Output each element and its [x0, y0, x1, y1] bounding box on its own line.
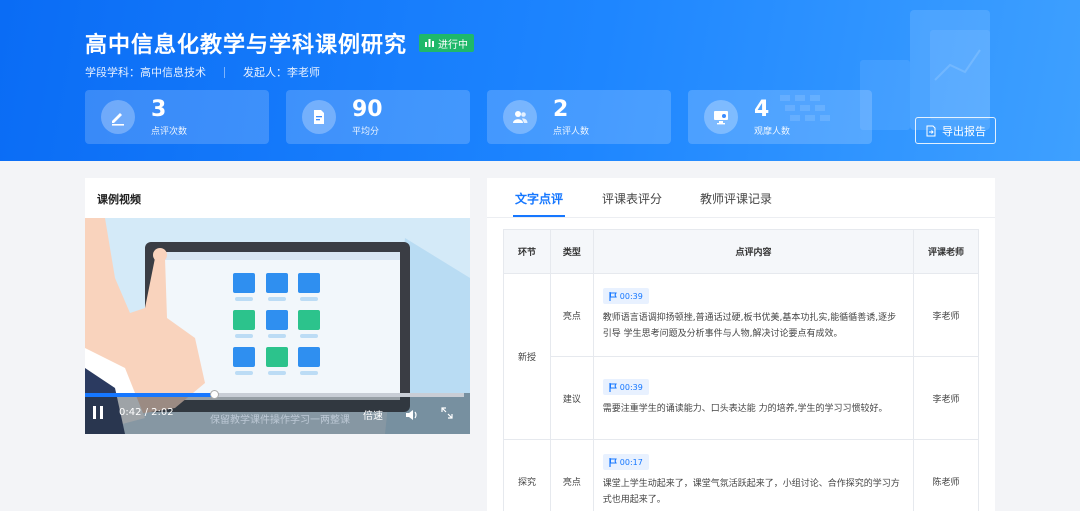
score-doc-icon	[302, 100, 336, 134]
flag-icon	[609, 457, 617, 467]
content-cell: 00:39 教师语言语调抑扬顿挫,普通话过硬,板书优美,基本功扎实,能循循善诱,…	[592, 273, 915, 357]
video-controls: 0:42 / 2:02 保留教学课件操作学习一两整课 倍速	[85, 390, 470, 434]
volume-icon[interactable]	[405, 406, 418, 425]
tab-teacher-records[interactable]: 教师评课记录	[700, 190, 772, 207]
timestamp-tag[interactable]: 00:17	[602, 454, 649, 470]
stage-cell: 探究	[503, 439, 551, 511]
time-display: 0:42 / 2:02	[119, 407, 174, 418]
stat-label: 观摩人数	[754, 126, 791, 137]
table-row: 探究 亮点 00:17 课堂上学生动起来了，课堂气氛活跃起来了，小组讨论、合作探…	[503, 439, 979, 511]
table-row: 建议 00:39 需要注重学生的诵读能力、口头表达能 力的培养,学生的学习习惯较…	[504, 356, 979, 440]
speed-button[interactable]: 倍速	[363, 407, 383, 422]
content-cell: 00:17 课堂上学生动起来了，课堂气氛活跃起来了，小组讨论、合作探究的学习方式…	[592, 439, 915, 511]
column-header: 评课老师	[913, 229, 979, 274]
timestamp-text: 00:39	[619, 291, 643, 301]
export-label: 导出报告	[942, 124, 986, 138]
stat-card-average: 90 平均分	[286, 90, 470, 144]
type-cell: 亮点	[549, 439, 594, 511]
pause-button[interactable]	[93, 406, 103, 419]
video-panel-title: 课例视频	[97, 193, 141, 206]
progress-bar[interactable]	[85, 390, 464, 399]
stat-value: 2	[553, 96, 569, 122]
stat-value: 90	[352, 96, 383, 122]
subject-info: 学段学科：高中信息技术	[85, 66, 206, 79]
comment-text: 教师语言语调抑扬顿挫,普通话过硬,板书优美,基本功扎实,能循循善诱,逐步引导 学…	[602, 313, 897, 339]
teacher-cell: 李老师	[913, 356, 979, 440]
comment-text: 课堂上学生动起来了，课堂气氛活跃起来了，小组讨论、合作探究的学习方式也用起来了。	[602, 479, 900, 505]
column-header: 点评内容	[592, 229, 915, 274]
export-report-button[interactable]: 导出报告	[915, 117, 996, 144]
bar-chart-icon	[425, 39, 435, 47]
review-tabs: 文字点评 评课表评分 教师评课记录	[487, 178, 995, 218]
initiator-info: 发起人：李老师	[243, 66, 320, 79]
comment-text: 需要注重学生的诵读能力、口头表达能 力的培养,学生的学习习惯较好。	[602, 404, 888, 414]
video-subtitle: 保留教学课件操作学习一两整课	[210, 415, 350, 426]
progress-fill	[85, 393, 216, 397]
users-icon	[503, 100, 537, 134]
stat-label: 点评次数	[151, 126, 188, 137]
active-tab-indicator	[513, 215, 565, 217]
stat-label: 平均分	[352, 126, 380, 137]
type-cell: 亮点	[549, 273, 594, 357]
stat-card-reviews: 3 点评次数	[85, 90, 269, 144]
timestamp-tag[interactable]: 00:39	[602, 288, 649, 304]
teacher-cell: 陈老师	[913, 439, 979, 511]
column-header: 环节	[503, 229, 551, 274]
export-doc-icon	[926, 125, 936, 136]
edit-icon	[101, 100, 135, 134]
progress-handle[interactable]	[210, 390, 220, 399]
video-panel: 课例视频 0:42 / 2:02 保留教学课件操作学习一两整课 倍速	[85, 178, 470, 434]
tab-scoring-form[interactable]: 评课表评分	[602, 190, 662, 207]
status-badge: 进行中	[419, 34, 475, 52]
video-player[interactable]: 0:42 / 2:02 保留教学课件操作学习一两整课 倍速	[85, 218, 470, 434]
flag-icon	[609, 291, 617, 301]
stat-card-reviewers: 2 点评人数	[487, 90, 671, 144]
timestamp-text: 00:39	[619, 382, 643, 392]
table-row: 新授 亮点 00:39 教师语言语调抑扬顿挫,普通话过硬,板书优美,基本功扎实,…	[503, 273, 979, 440]
column-header: 类型	[549, 229, 594, 274]
timestamp-text: 00:17	[619, 457, 643, 467]
stat-card-observers: 4 观摩人数	[688, 90, 872, 144]
fullscreen-icon[interactable]	[440, 405, 454, 424]
divider	[224, 66, 225, 78]
stat-value: 4	[754, 96, 770, 122]
timestamp-tag[interactable]: 00:39	[602, 379, 649, 395]
tab-text-review[interactable]: 文字点评	[515, 190, 563, 207]
type-cell: 建议	[549, 356, 594, 440]
page-title: 高中信息化教学与学科课例研究	[85, 33, 408, 58]
stage-cell: 新授	[503, 273, 551, 440]
review-table: 环节 类型 点评内容 评课老师 新授 亮点 00:39 教师语言语调抑扬顿挫,普…	[503, 229, 979, 511]
stat-value: 3	[151, 96, 167, 122]
monitor-icon	[704, 100, 738, 134]
status-text: 进行中	[438, 39, 469, 51]
course-header: 高中信息化教学与学科课例研究 进行中 学段学科：高中信息技术 发起人：李老师 3…	[0, 0, 1080, 161]
table-header-row: 环节 类型 点评内容 评课老师	[503, 229, 979, 274]
flag-icon	[609, 382, 617, 392]
review-panel: 文字点评 评课表评分 教师评课记录 环节 类型 点评内容 评课老师 新授 亮点 …	[487, 178, 995, 511]
content-cell: 00:39 需要注重学生的诵读能力、口头表达能 力的培养,学生的学习习惯较好。	[592, 356, 915, 440]
teacher-cell: 李老师	[913, 273, 979, 357]
stat-label: 点评人数	[553, 126, 590, 137]
